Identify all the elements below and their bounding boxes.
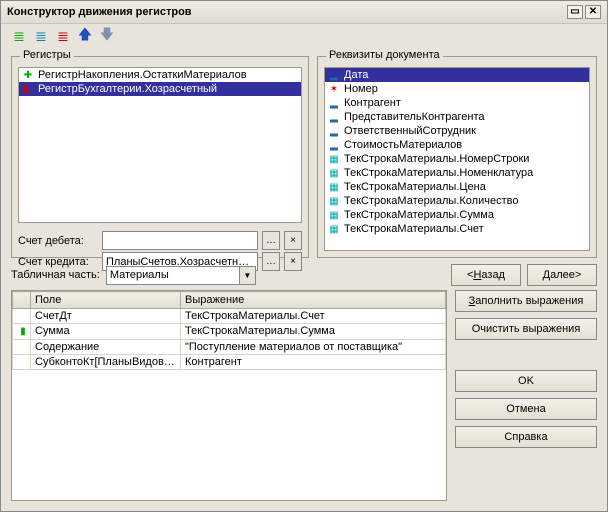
register-row[interactable]: ◧ РегистрБухгалтерии.Хозрасчетный <box>19 82 301 96</box>
requisite-label: ТекСтрокаМатериалы.Сумма <box>344 209 494 221</box>
register-label: РегистрБухгалтерии.Хозрасчетный <box>38 83 217 95</box>
mapping-table: Поле Выражение СчетДтТекСтрокаМатериалы.… <box>11 290 447 501</box>
row-icon-cell <box>13 309 31 324</box>
requisite-label: Контрагент <box>344 97 401 109</box>
expr-cell[interactable]: ТекСтрокаМатериалы.Счет <box>181 309 446 324</box>
field-cell: Содержание <box>31 339 181 354</box>
requisite-row[interactable]: ▂ Контрагент <box>325 96 589 110</box>
debit-account-label: Счет дебета: <box>18 235 98 247</box>
requisite-row[interactable]: ▦ ТекСтрокаМатериалы.Номенклатура <box>325 166 589 180</box>
dash-blue-icon: ▂ <box>328 97 340 109</box>
table-teal-icon: ▦ <box>328 223 340 235</box>
requisite-label: СтоимостьМатериалов <box>344 139 462 151</box>
registers-list[interactable]: ✚ РегистрНакопления.ОстаткиМатериалов ◧ … <box>18 67 302 223</box>
row-icon-cell: ▮ <box>13 324 31 340</box>
requisite-label: ТекСтрокаМатериалы.Счет <box>344 223 484 235</box>
star-red-icon: ✶ <box>328 83 340 95</box>
field-cell: СубконтоКт[ПланыВидовХа... <box>31 354 181 369</box>
requisite-row[interactable]: ▦ ТекСтрокаМатериалы.НомерСтроки <box>325 152 589 166</box>
dr-icon: ◧ <box>22 83 34 95</box>
register-row[interactable]: ✚ РегистрНакопления.ОстаткиМатериалов <box>19 68 301 82</box>
dialog-window: Конструктор движения регистров ▭ ✕ ≣ ≣ ≣… <box>0 0 608 512</box>
table-teal-icon: ▦ <box>328 195 340 207</box>
expr-cell[interactable]: ТекСтрокаМатериалы.Сумма <box>181 324 446 340</box>
tabular-part-value: Материалы <box>110 269 169 281</box>
table-row[interactable]: СчетДтТекСтрокаМатериалы.Счет <box>13 309 446 324</box>
toolbar: ≣ ≣ ≣ 🡅 🡇 <box>1 24 607 48</box>
debit-select-button[interactable]: … <box>262 231 280 250</box>
col-expr-header: Выражение <box>181 292 446 309</box>
table-teal-icon: ▦ <box>328 153 340 165</box>
col-field-header: Поле <box>31 292 181 309</box>
move-down-icon[interactable]: 🡇 <box>99 28 115 44</box>
requisite-row[interactable]: ▂ ПредставительКонтрагента <box>325 110 589 124</box>
credit-clear-button[interactable]: × <box>284 252 302 271</box>
requisite-label: ТекСтрокаМатериалы.Количество <box>344 195 518 207</box>
back-button[interactable]: <Назад <box>451 264 521 286</box>
minimize-button[interactable]: ▭ <box>567 5 583 19</box>
dash-blue-icon: ▂ <box>328 69 340 81</box>
clear-expressions-button[interactable]: Очистить выражения <box>455 318 597 340</box>
add-item-plus-icon[interactable]: ≣ <box>33 28 49 44</box>
remove-item-icon[interactable]: ≣ <box>55 28 71 44</box>
add-item-icon[interactable]: ≣ <box>11 28 27 44</box>
fill-expressions-button[interactable]: Заполнить выражения <box>455 290 597 312</box>
titlebar: Конструктор движения регистров ▭ ✕ <box>1 1 607 24</box>
move-up-icon[interactable]: 🡅 <box>77 28 93 44</box>
requisite-label: ТекСтрокаМатериалы.НомерСтроки <box>344 153 529 165</box>
requisites-panel-title: Реквизиты документа <box>326 49 443 61</box>
credit-select-button[interactable]: … <box>262 252 280 271</box>
requisite-row[interactable]: ▂ Дата <box>325 68 589 82</box>
requisite-label: ПредставительКонтрагента <box>344 111 485 123</box>
plus-icon: ✚ <box>22 69 34 81</box>
requisite-label: ТекСтрокаМатериалы.Цена <box>344 181 486 193</box>
debit-account-input[interactable] <box>102 231 258 250</box>
field-cell: Сумма <box>31 324 181 340</box>
requisite-row[interactable]: ✶ Номер <box>325 82 589 96</box>
expr-cell[interactable]: Контрагент <box>181 354 446 369</box>
table-row[interactable]: ▮СуммаТекСтрокаМатериалы.Сумма <box>13 324 446 340</box>
requisite-label: ТекСтрокаМатериалы.Номенклатура <box>344 167 533 179</box>
requisite-row[interactable]: ▦ ТекСтрокаМатериалы.Сумма <box>325 208 589 222</box>
cancel-button[interactable]: Отмена <box>455 398 597 420</box>
credit-account-label: Счет кредита: <box>18 256 98 268</box>
debit-clear-button[interactable]: × <box>284 231 302 250</box>
requisite-row[interactable]: ▦ ТекСтрокаМатериалы.Счет <box>325 222 589 236</box>
requisite-label: Номер <box>344 83 378 95</box>
register-label: РегистрНакопления.ОстаткиМатериалов <box>38 69 247 81</box>
requisite-row[interactable]: ▦ ТекСтрокаМатериалы.Количество <box>325 194 589 208</box>
registers-panel: Регистры ✚ РегистрНакопления.ОстаткиМате… <box>11 56 309 258</box>
requisite-label: Дата <box>344 69 368 81</box>
chevron-down-icon: ▼ <box>239 267 255 284</box>
requisite-label: ОтветственныйСотрудник <box>344 125 476 137</box>
next-button[interactable]: Далее> <box>527 264 597 286</box>
requisite-row[interactable]: ▂ СтоимостьМатериалов <box>325 138 589 152</box>
table-row[interactable]: Содержание"Поступление материалов от пос… <box>13 339 446 354</box>
table-teal-icon: ▦ <box>328 209 340 221</box>
requisite-row[interactable]: ▦ ТекСтрокаМатериалы.Цена <box>325 180 589 194</box>
requisites-panel: Реквизиты документа ▂Дата✶Номер▂Контраге… <box>317 56 597 258</box>
ok-button[interactable]: OK <box>455 370 597 392</box>
col-icon-header <box>13 292 31 309</box>
window-title: Конструктор движения регистров <box>7 6 192 18</box>
requisite-row[interactable]: ▂ ОтветственныйСотрудник <box>325 124 589 138</box>
dash-blue-icon: ▂ <box>328 139 340 151</box>
button-column: Заполнить выражения Очистить выражения O… <box>455 290 597 501</box>
expr-cell[interactable]: "Поступление материалов от поставщика" <box>181 339 446 354</box>
dash-blue-icon: ▂ <box>328 125 340 137</box>
field-cell: СчетДт <box>31 309 181 324</box>
help-button[interactable]: Справка <box>455 426 597 448</box>
table-teal-icon: ▦ <box>328 181 340 193</box>
row-icon-cell <box>13 339 31 354</box>
row-icon-cell <box>13 354 31 369</box>
close-button[interactable]: ✕ <box>585 5 601 19</box>
table-row[interactable]: СубконтоКт[ПланыВидовХа...Контрагент <box>13 354 446 369</box>
sum-icon: ▮ <box>17 326 29 338</box>
dash-blue-icon: ▂ <box>328 111 340 123</box>
table-teal-icon: ▦ <box>328 167 340 179</box>
requisites-list[interactable]: ▂ Дата ✶ Номер ▂ Контрагент ▂ ПредставительКонт… <box>324 67 590 251</box>
registers-panel-title: Регистры <box>20 49 74 61</box>
tabular-part-select[interactable]: Материалы ▼ <box>106 266 256 285</box>
